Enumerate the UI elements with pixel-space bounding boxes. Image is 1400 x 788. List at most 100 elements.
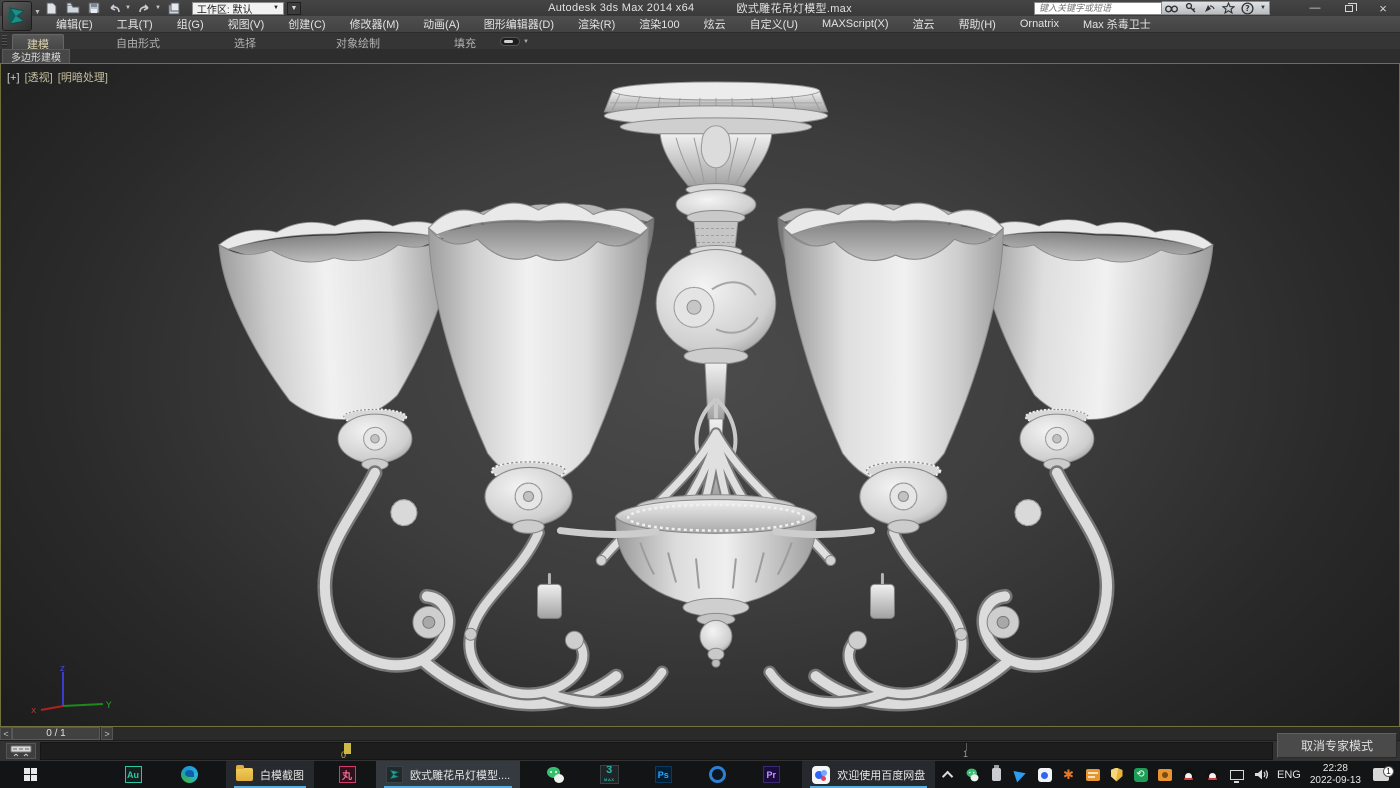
- time-slider-thumb[interactable]: 0 / 1: [12, 727, 100, 740]
- menu-graph-editors[interactable]: 图形编辑器(D): [472, 16, 566, 33]
- ribbon-minimize-icon[interactable]: [500, 37, 520, 46]
- title-bar[interactable]: ▼ ▼ ▼ 工作区: 默认 ▼: [0, 0, 1400, 16]
- window-controls: — ×: [1298, 0, 1400, 16]
- language-indicator[interactable]: ENG: [1277, 769, 1301, 781]
- polygon-modeling-panel-tab[interactable]: 多边形建模: [2, 49, 70, 63]
- baidu-netdisk-tray-icon[interactable]: [1037, 767, 1052, 782]
- cancel-expert-mode-button[interactable]: 取消专家模式: [1277, 733, 1397, 758]
- menu-xuanyun-render[interactable]: 渲云: [901, 16, 947, 33]
- minimize-button[interactable]: —: [1298, 0, 1332, 16]
- key-icon[interactable]: [1184, 2, 1197, 14]
- menu-antivirus[interactable]: Max 杀毒卫士: [1071, 16, 1163, 33]
- restore-icon: [1345, 5, 1353, 12]
- taskbar-item-baidu-netdisk[interactable]: 欢迎使用百度网盘: [802, 761, 935, 788]
- menu-rendering[interactable]: 渲染(R): [566, 16, 627, 33]
- taskbar-item-photoshop[interactable]: Ps: [640, 761, 686, 788]
- workspace-selector[interactable]: 工作区: 默认 ▼ ▼: [192, 2, 301, 15]
- file-title: 欧式雕花吊灯模型.max: [736, 0, 851, 16]
- track-bar[interactable]: 0 1: [40, 742, 1273, 760]
- save-file-icon[interactable]: [86, 2, 101, 15]
- qq-icon[interactable]: [1181, 767, 1196, 782]
- volume-icon[interactable]: [1253, 767, 1268, 782]
- workspace-menu-button[interactable]: ▼: [287, 2, 301, 15]
- axis-x-label: x: [31, 706, 37, 716]
- new-scene-icon[interactable]: [44, 2, 59, 15]
- network-icon[interactable]: [1229, 767, 1244, 782]
- app-menu-caret-icon[interactable]: ▼: [34, 9, 41, 16]
- open-file-icon[interactable]: [65, 2, 80, 15]
- time-slider[interactable]: < 0 / 1 >: [0, 727, 1400, 741]
- taskbar-window-label: 欧式雕花吊灯模型....: [410, 767, 510, 783]
- start-button[interactable]: [8, 761, 54, 788]
- tray-chevron-icon[interactable]: [941, 767, 956, 782]
- edge-icon: [181, 766, 198, 783]
- undo-icon[interactable]: [107, 2, 122, 15]
- menu-customize[interactable]: 自定义(U): [738, 16, 810, 33]
- menu-group[interactable]: 组(G): [165, 16, 216, 33]
- menu-help[interactable]: 帮助(H): [947, 16, 1008, 33]
- frame-one-label: 1: [963, 749, 968, 759]
- search-input[interactable]: [1034, 2, 1162, 15]
- help-icon[interactable]: ?: [1241, 2, 1254, 14]
- pinwheel-icon[interactable]: ✱: [1061, 767, 1076, 782]
- taskbar-item-premiere[interactable]: Pr: [748, 761, 794, 788]
- notification-center-icon[interactable]: 1: [1370, 767, 1392, 782]
- menu-tools[interactable]: 工具(T): [105, 16, 165, 33]
- next-frame-button[interactable]: >: [101, 727, 113, 740]
- 3dsmax-app-icon: 3 MAX: [601, 766, 618, 783]
- menu-create[interactable]: 创建(C): [276, 16, 337, 33]
- redo-icon[interactable]: [137, 2, 152, 15]
- chandelier-model[interactable]: [1, 64, 1399, 726]
- taskbar-clock[interactable]: 22:28 2022-09-13: [1310, 763, 1361, 787]
- redo-caret-icon[interactable]: ▼: [155, 5, 161, 11]
- taskbar-item-3dsmax-app[interactable]: 3 MAX: [586, 761, 632, 788]
- close-button[interactable]: ×: [1366, 0, 1400, 16]
- help-caret-icon[interactable]: ▼: [1260, 5, 1266, 11]
- quick-access-toolbar: ▼ ▼ 工作区: 默认 ▼ ▼: [44, 0, 301, 16]
- ribbon-tab-populate[interactable]: 填充: [440, 34, 490, 49]
- application-menu-button[interactable]: [2, 1, 32, 31]
- ribbon-tab-freeform[interactable]: 自由形式: [102, 34, 174, 49]
- communication-center-icon[interactable]: [1203, 2, 1216, 14]
- security-shield-icon[interactable]: [1109, 767, 1124, 782]
- menu-maxscript[interactable]: MAXScript(X): [810, 16, 901, 33]
- taskbar-item-3dsmax[interactable]: 欧式雕花吊灯模型....: [376, 761, 520, 788]
- menu-views[interactable]: 视图(V): [216, 16, 277, 33]
- docs-arrow-icon[interactable]: [1013, 767, 1028, 782]
- workspace-caret-icon: ▼: [273, 5, 279, 11]
- perspective-viewport[interactable]: [+] [透视] [明暗处理]: [0, 63, 1400, 727]
- previous-frame-button[interactable]: <: [0, 727, 12, 740]
- taskbar-item-wechat[interactable]: [532, 761, 578, 788]
- menu-edit[interactable]: 编辑(E): [44, 16, 105, 33]
- ribbon-options-caret-icon[interactable]: ▼: [523, 39, 529, 45]
- clock-date: 2022-09-13: [1310, 775, 1361, 786]
- screenshot-tool-icon[interactable]: [1157, 767, 1172, 782]
- mini-curve-editor-button[interactable]: [6, 743, 36, 759]
- menu-xuanyun[interactable]: 炫云: [692, 16, 738, 33]
- menu-ornatrix[interactable]: Ornatrix: [1008, 16, 1071, 33]
- taskbar-item-audition[interactable]: Au: [110, 761, 156, 788]
- ribbon-tab-object-paint[interactable]: 对象绘制: [322, 34, 394, 49]
- infocenter: ? ▼: [1034, 1, 1270, 15]
- ribbon-tab-modeling[interactable]: 建模: [12, 34, 64, 49]
- ribbon-tab-selection[interactable]: 选择: [220, 34, 270, 49]
- qq-icon-2[interactable]: [1205, 767, 1220, 782]
- menu-render100[interactable]: 渲染100: [627, 16, 691, 33]
- menu-animation[interactable]: 动画(A): [411, 16, 472, 33]
- undo-caret-icon[interactable]: ▼: [125, 5, 131, 11]
- ribbon-grip[interactable]: [2, 35, 7, 47]
- taskbar-item-blue-ring-app[interactable]: [694, 761, 740, 788]
- taskbar-item-screenshot-folder[interactable]: 白模截图: [226, 761, 314, 788]
- 3dsmax-logo-icon: [6, 5, 28, 27]
- taskbar-item-edge[interactable]: [166, 761, 212, 788]
- search-binoculars-icon[interactable]: [1165, 2, 1178, 14]
- usb-device-icon[interactable]: [989, 767, 1004, 782]
- wechat-tray-icon[interactable]: [965, 767, 980, 782]
- taskbar-item-wan-toolbox[interactable]: 丸: [324, 761, 370, 788]
- calendar-icon[interactable]: [1085, 767, 1100, 782]
- menu-modifiers[interactable]: 修改器(M): [338, 16, 412, 33]
- project-folder-icon[interactable]: [167, 2, 182, 15]
- favorites-star-icon[interactable]: [1222, 2, 1235, 14]
- restore-button[interactable]: [1332, 0, 1366, 16]
- sync-icon[interactable]: ⟲: [1133, 767, 1148, 782]
